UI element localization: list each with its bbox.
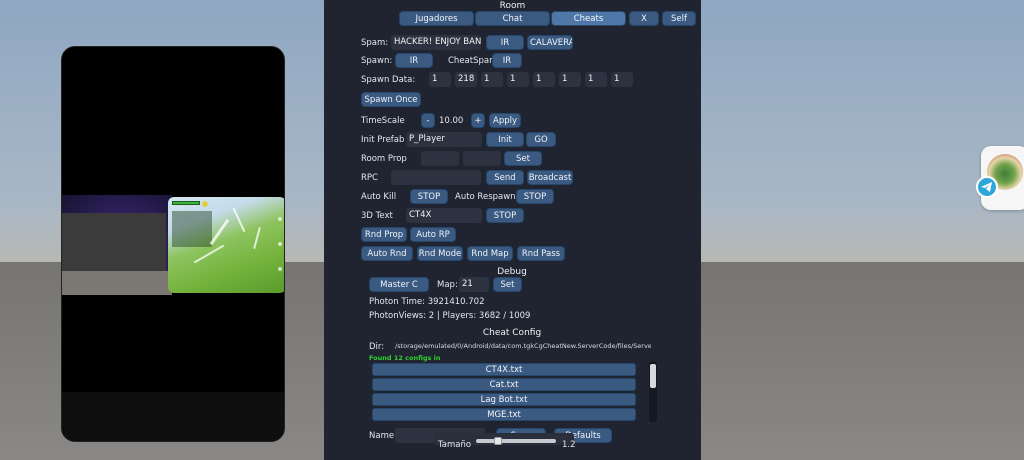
- spawn-data-field[interactable]: 1: [585, 72, 607, 87]
- timescale-value: 10.00: [439, 116, 464, 126]
- rnd-map-button[interactable]: Rnd Map: [467, 246, 513, 261]
- rnd-prop-button[interactable]: Rnd Prop: [361, 227, 407, 242]
- dir-label: Dir:: [369, 342, 385, 352]
- auto-kill-label: Auto Kill: [361, 192, 397, 202]
- init-prefab-input[interactable]: P_Player: [406, 132, 482, 147]
- room-prop-value-input[interactable]: [463, 151, 501, 166]
- spawn-data-label: Spawn Data:: [361, 75, 416, 85]
- rpc-broadcast-button[interactable]: Broadcast: [527, 170, 573, 185]
- photon-time: Photon Time: 3921410.702: [369, 297, 485, 307]
- phone-preview: [61, 46, 285, 442]
- init-button[interactable]: Init: [486, 132, 524, 147]
- room-prop-label: Room Prop: [361, 154, 407, 164]
- text3d-input[interactable]: CT4X: [406, 208, 482, 223]
- spawn-data-field[interactable]: 1: [429, 72, 451, 87]
- spawn-data-field[interactable]: 1: [507, 72, 529, 87]
- rnd-mode-button[interactable]: Rnd Mode: [417, 246, 463, 261]
- spam-target-input[interactable]: CALAVERA: [527, 35, 573, 50]
- spam-label: Spam:: [361, 38, 389, 48]
- config-list-scrollbar[interactable]: [649, 362, 657, 422]
- close-button[interactable]: X: [629, 11, 659, 26]
- dir-path: /storage/emulated/0/Android/data/com.tgk…: [395, 342, 651, 350]
- spawn-data-field[interactable]: 1: [481, 72, 503, 87]
- spawn-data-field[interactable]: 1: [533, 72, 555, 87]
- hud-icon: [202, 201, 208, 207]
- timescale-label: TimeScale: [361, 116, 405, 126]
- slider-value: 1.2: [562, 440, 576, 450]
- room-prop-key-input[interactable]: [421, 151, 459, 166]
- tab-jugadores[interactable]: Jugadores: [399, 11, 474, 26]
- photon-views: PhotonViews: 2 | Players: 3682 / 1009: [369, 311, 531, 321]
- size-slider-handle[interactable]: [494, 437, 502, 445]
- game-view-thumbnail: [168, 197, 284, 293]
- map-input[interactable]: 21: [459, 277, 489, 292]
- auto-respawn-label: Auto Respawn: [455, 192, 516, 202]
- telegram-glyph: [981, 182, 992, 192]
- control-dot: [278, 217, 282, 221]
- config-file-item[interactable]: Cat.txt: [372, 378, 636, 391]
- spawn-label: Spawn:: [361, 56, 393, 66]
- timescale-minus-button[interactable]: -: [421, 113, 435, 128]
- cheatspam-label: CheatSpam: [448, 56, 498, 66]
- name-label: Name:: [369, 431, 397, 441]
- control-dot: [278, 267, 282, 271]
- cheat-panel: Room Jugadores Chat Cheats X Self Spam: …: [324, 0, 701, 460]
- cheat-config-title: Cheat Config: [482, 328, 542, 338]
- rpc-label: RPC: [361, 173, 378, 183]
- auto-rp-button[interactable]: Auto RP: [410, 227, 456, 242]
- debris: [253, 227, 261, 249]
- go-button[interactable]: GO: [526, 132, 556, 147]
- auto-rnd-button[interactable]: Auto Rnd: [361, 246, 413, 261]
- spam-ir-button[interactable]: IR: [486, 35, 524, 50]
- debug-title: Debug: [497, 267, 527, 277]
- timescale-apply-button[interactable]: Apply: [489, 113, 521, 128]
- spam-input[interactable]: HACKER! ENJOY BAN!: [391, 35, 481, 50]
- config-file-item[interactable]: MGE.txt: [372, 408, 636, 421]
- found-configs-text: Found 12 configs in: [369, 354, 441, 362]
- auto-respawn-stop-button[interactable]: STOP: [516, 189, 554, 204]
- slider-label: Tamaño: [438, 440, 472, 450]
- preview-grey-band: [62, 271, 172, 295]
- cheatspam-ir-button[interactable]: IR: [492, 53, 522, 68]
- timescale-plus-button[interactable]: +: [471, 113, 485, 128]
- spawn-data-field[interactable]: 1: [559, 72, 581, 87]
- size-slider-track[interactable]: [476, 439, 556, 443]
- config-file-item[interactable]: Lag Bot.txt: [372, 393, 636, 406]
- spawn-ir-button[interactable]: IR: [395, 53, 433, 68]
- telegram-icon[interactable]: [976, 176, 998, 198]
- tab-chat[interactable]: Chat: [475, 11, 550, 26]
- preview-grey-box: [62, 213, 166, 271]
- config-file-item[interactable]: CT4X.txt: [372, 363, 636, 376]
- debris: [232, 207, 246, 233]
- debris: [209, 218, 230, 246]
- health-bar: [172, 201, 200, 205]
- text3d-stop-button[interactable]: STOP: [486, 208, 524, 223]
- master-client-button[interactable]: Master C: [369, 277, 429, 292]
- spawn-data-field[interactable]: 1: [611, 72, 633, 87]
- room-prop-set-button[interactable]: Set: [504, 151, 542, 166]
- control-dot: [278, 242, 282, 246]
- room-title: Room: [499, 1, 526, 11]
- scrollbar-thumb[interactable]: [650, 364, 656, 388]
- spawn-once-button[interactable]: Spawn Once: [361, 92, 421, 107]
- game-chat-overlay: [172, 211, 212, 247]
- rnd-pass-button[interactable]: Rnd Pass: [517, 246, 565, 261]
- rpc-input[interactable]: [391, 170, 481, 185]
- map-label: Map:: [437, 280, 458, 290]
- rpc-send-button[interactable]: Send: [486, 170, 524, 185]
- debris: [193, 244, 225, 264]
- preview-bottom-strip: [62, 392, 284, 441]
- auto-kill-stop-button[interactable]: STOP: [410, 189, 448, 204]
- tab-cheats[interactable]: Cheats: [551, 11, 626, 26]
- spawn-data-field[interactable]: 218: [455, 72, 477, 87]
- map-set-button[interactable]: Set: [493, 277, 522, 292]
- text3d-label: 3D Text: [361, 211, 393, 221]
- init-prefab-label: Init Prefab: [361, 135, 405, 145]
- self-button[interactable]: Self: [662, 11, 696, 26]
